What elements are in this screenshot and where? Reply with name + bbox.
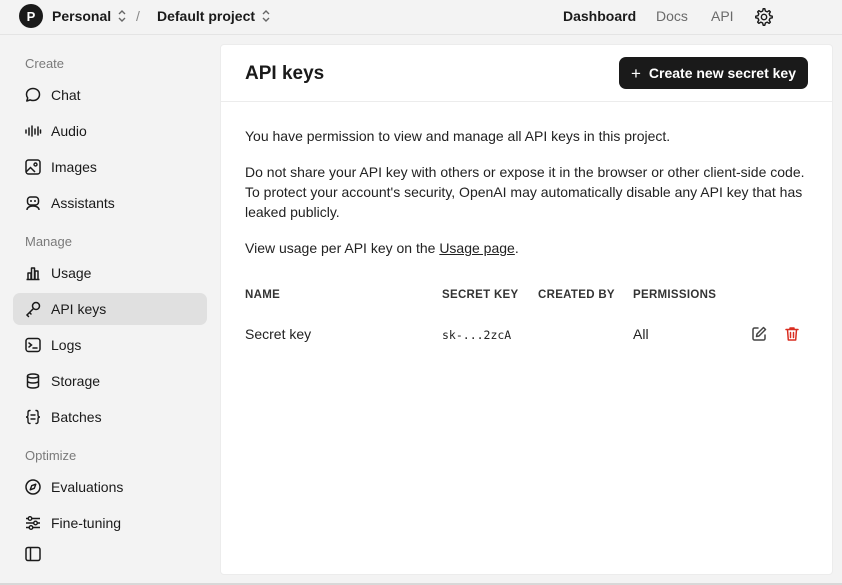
sidebar-item-label: Storage [51, 373, 101, 389]
sidebar-toggle-icon[interactable] [24, 545, 42, 563]
security-warning-text: Do not share your API key with others or… [245, 164, 805, 220]
header-divider [221, 101, 832, 102]
chevron-up-down-icon [262, 10, 270, 22]
section-create: Create [25, 56, 65, 71]
top-bar: P Personal / Default project Dashboard D… [0, 0, 842, 34]
sidebar-item-label: Chat [51, 87, 81, 103]
sidebar-item-storage[interactable]: Storage [13, 365, 207, 397]
sidebar-item-chat[interactable]: Chat [13, 79, 207, 111]
chat-bubble-icon [24, 86, 42, 104]
gear-icon[interactable] [754, 7, 774, 27]
create-secret-key-button[interactable]: + Create new secret key [618, 57, 808, 89]
sidebar-item-label: Logs [51, 337, 82, 353]
org-name: Personal [52, 8, 112, 24]
sliders-icon [24, 514, 42, 532]
nav-dashboard[interactable]: Dashboard [563, 8, 636, 24]
sidebar-item-label: Usage [51, 265, 92, 281]
top-divider [0, 34, 842, 35]
sidebar-item-label: Evaluations [51, 479, 124, 495]
sidebar-item-label: Audio [51, 123, 87, 139]
nav-api[interactable]: API [711, 8, 734, 24]
audio-wave-icon [24, 122, 42, 140]
edit-icon[interactable] [750, 325, 768, 343]
sidebar-item-label: Fine-tuning [51, 515, 122, 531]
column-header-permissions: PERMISSIONS [633, 289, 717, 301]
robot-icon [24, 194, 42, 212]
sidebar-item-audio[interactable]: Audio [13, 115, 207, 147]
usage-info-suffix: . [514, 240, 519, 256]
sidebar-item-images[interactable]: Images [13, 151, 207, 183]
page-title: API keys [245, 63, 325, 84]
avatar[interactable]: P [19, 4, 43, 28]
project-name: Default project [157, 8, 256, 24]
key-icon [24, 300, 42, 318]
breadcrumb-separator: / [136, 8, 140, 24]
sidebar-item-assistants[interactable]: Assistants [13, 187, 207, 219]
api-keys-panel: API keys + Create new secret key You hav… [220, 44, 833, 575]
section-optimize: Optimize [25, 448, 77, 463]
chevron-up-down-icon [118, 10, 126, 22]
column-header-secret-key: SECRET KEY [442, 289, 519, 301]
image-icon [24, 158, 42, 176]
secret-key-value: sk-...2zcA [442, 328, 512, 342]
permissions-value: All [633, 326, 649, 342]
nav-docs[interactable]: Docs [656, 8, 688, 24]
create-secret-key-label: Create new secret key [648, 65, 796, 81]
braces-icon [24, 408, 42, 426]
sidebar-item-evaluations[interactable]: Evaluations [13, 471, 207, 503]
bar-chart-icon [24, 264, 42, 282]
sidebar-item-label: API keys [51, 301, 107, 317]
sidebar-item-label: Images [51, 159, 97, 175]
sidebar-item-api-keys[interactable]: API keys [13, 293, 207, 325]
trash-icon[interactable] [783, 325, 801, 343]
sidebar-item-usage[interactable]: Usage [13, 257, 207, 289]
sidebar-item-label: Batches [51, 409, 102, 425]
terminal-icon [24, 336, 42, 354]
org-switcher[interactable]: Personal [52, 8, 127, 24]
project-switcher[interactable]: Default project [157, 8, 271, 24]
database-icon [24, 372, 42, 390]
plus-icon: + [630, 63, 641, 83]
column-header-created-by: CREATED BY [538, 289, 615, 301]
key-name: Secret key [245, 326, 312, 342]
column-header-name: NAME [245, 289, 281, 301]
sidebar-item-fine-tuning[interactable]: Fine-tuning [13, 507, 207, 539]
usage-page-link[interactable]: Usage page [439, 240, 515, 256]
permission-text: You have permission to view and manage a… [245, 128, 671, 144]
sidebar-item-batches[interactable]: Batches [13, 401, 207, 433]
sidebar-item-logs[interactable]: Logs [13, 329, 207, 361]
section-manage: Manage [25, 234, 72, 249]
usage-info-prefix: View usage per API key on the [245, 240, 440, 256]
sidebar-item-label: Assistants [51, 195, 115, 211]
usage-info-text: View usage per API key on the Usage page… [245, 238, 815, 258]
compass-icon [24, 478, 42, 496]
